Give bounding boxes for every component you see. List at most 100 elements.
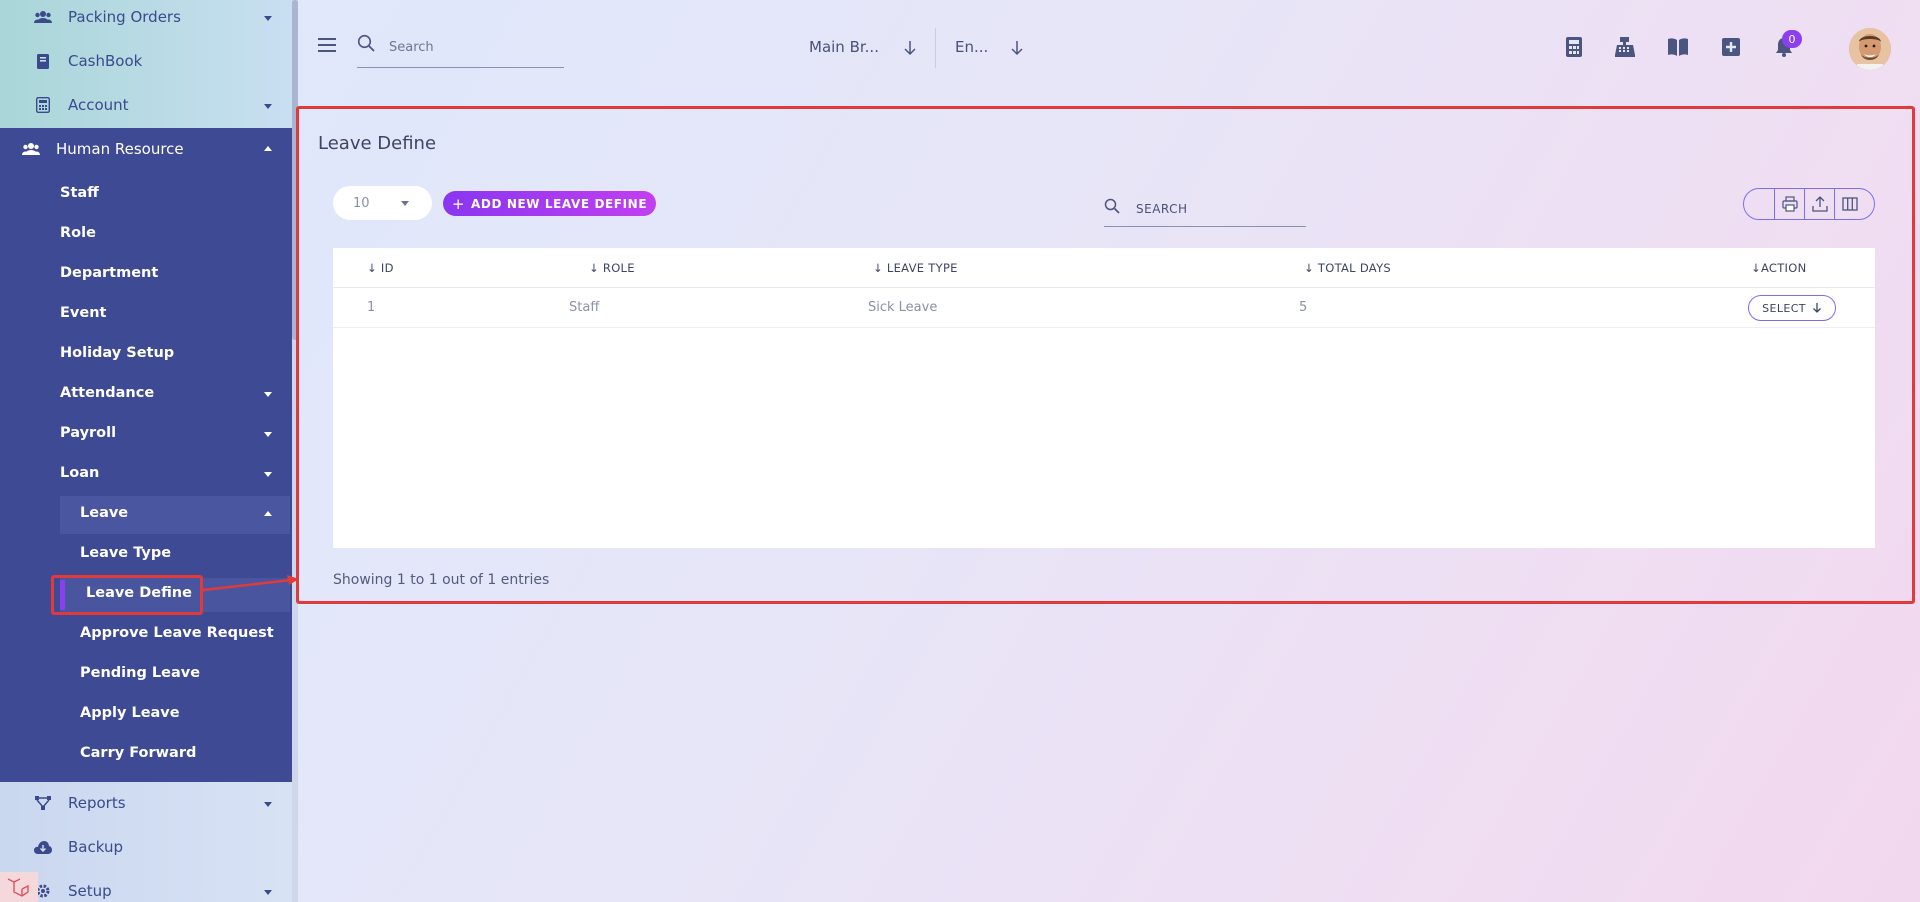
share-nodes-icon bbox=[34, 794, 52, 812]
table-search bbox=[1104, 193, 1306, 227]
column-header-leave-type[interactable]: ↓ LEAVE TYPE bbox=[873, 261, 958, 275]
leave-define-table: ↓ ID ↓ ROLE ↓ LEAVE TYPE ↓ TOTAL DAYS ↓A… bbox=[333, 248, 1875, 548]
per-page-value: 10 bbox=[353, 195, 370, 211]
sidebar-item-carry-forward[interactable]: Carry Forward bbox=[80, 745, 196, 761]
add-new-leave-define-button[interactable]: + ADD NEW LEAVE DEFINE bbox=[443, 191, 656, 216]
pagination-info: Showing 1 to 1 out of 1 entries bbox=[333, 572, 550, 588]
sidebar-item-approve-leave-request[interactable]: Approve Leave Request bbox=[80, 625, 274, 641]
cell-leave-type: Sick Leave bbox=[868, 300, 938, 315]
sort-arrow-icon: ↓ bbox=[1751, 261, 1761, 275]
page-title: Leave Define bbox=[318, 133, 437, 154]
sidebar-item-setup[interactable]: Setup bbox=[34, 882, 284, 900]
sidebar-section-label: Human Resource bbox=[56, 140, 184, 158]
sidebar: Packing Orders CashBook Account Human Re… bbox=[0, 0, 293, 902]
column-header-label: ROLE bbox=[602, 261, 635, 275]
sidebar-item-pending-leave[interactable]: Pending Leave bbox=[80, 665, 200, 681]
column-header-label: LEAVE TYPE bbox=[886, 261, 958, 275]
sidebar-item-backup[interactable]: Backup bbox=[34, 838, 284, 856]
sidebar-item-label: Account bbox=[68, 96, 129, 114]
row-action-select-button[interactable]: SELECT bbox=[1748, 295, 1836, 321]
sidebar-item-leave-type[interactable]: Leave Type bbox=[80, 545, 171, 561]
sidebar-item-label: Attendance bbox=[60, 385, 155, 401]
language-select[interactable]: En... bbox=[955, 38, 988, 56]
notification-count: 0 bbox=[1788, 32, 1796, 46]
sidebar-item-apply-leave[interactable]: Apply Leave bbox=[80, 705, 180, 721]
export-button[interactable] bbox=[1804, 189, 1834, 219]
per-page-select[interactable]: 10 bbox=[333, 186, 432, 220]
cell-total-days: 5 bbox=[1299, 300, 1308, 315]
avatar[interactable] bbox=[1849, 28, 1891, 70]
sidebar-item-label: Packing Orders bbox=[68, 8, 181, 26]
header-search-input[interactable] bbox=[389, 36, 559, 58]
sidebar-item-holiday-setup[interactable]: Holiday Setup bbox=[60, 345, 174, 361]
table-row: 1 Staff Sick Leave 5 SELECT bbox=[333, 288, 1875, 328]
user-photo-icon bbox=[1849, 28, 1891, 70]
sidebar-item-role[interactable]: Role bbox=[60, 225, 96, 241]
sidebar-item-event[interactable]: Event bbox=[60, 305, 106, 321]
column-header-label: ID bbox=[380, 261, 394, 275]
logo bbox=[0, 872, 38, 902]
arrow-down-icon bbox=[1812, 303, 1821, 313]
sidebar-item-account[interactable]: Account bbox=[34, 96, 284, 114]
book-open-icon[interactable] bbox=[1667, 36, 1689, 58]
sidebar-item-leave[interactable]: Leave bbox=[80, 505, 284, 521]
chevron-down-icon bbox=[264, 472, 272, 477]
sidebar-item-label: Department bbox=[60, 265, 159, 281]
sidebar-item-staff[interactable]: Staff bbox=[60, 185, 99, 201]
plus-square-icon[interactable] bbox=[1720, 36, 1742, 58]
plus-icon: + bbox=[451, 194, 466, 213]
sidebar-item-reports[interactable]: Reports bbox=[34, 794, 284, 812]
sidebar-item-label: Holiday Setup bbox=[60, 345, 175, 361]
column-header-action[interactable]: ↓ACTION bbox=[1751, 261, 1807, 275]
sidebar-item-payroll[interactable]: Payroll bbox=[60, 425, 284, 441]
sidebar-item-label: Backup bbox=[68, 838, 123, 856]
users-icon bbox=[34, 8, 52, 26]
arrow-down-icon[interactable] bbox=[1010, 40, 1024, 56]
arrow-down-icon[interactable] bbox=[903, 40, 917, 56]
cell-id: 1 bbox=[367, 300, 376, 315]
table-header-row: ↓ ID ↓ ROLE ↓ LEAVE TYPE ↓ TOTAL DAYS ↓A… bbox=[333, 248, 1875, 288]
sidebar-item-label: Setup bbox=[68, 882, 112, 900]
notification-badge: 0 bbox=[1782, 30, 1802, 48]
column-header-id[interactable]: ↓ ID bbox=[367, 261, 394, 275]
branch-select[interactable]: Main Br... bbox=[809, 38, 879, 56]
chevron-down-icon bbox=[264, 432, 272, 437]
sidebar-item-attendance[interactable]: Attendance bbox=[60, 385, 284, 401]
users-icon bbox=[22, 140, 40, 158]
menu-toggle-icon[interactable] bbox=[318, 38, 336, 52]
column-header-total-days[interactable]: ↓ TOTAL DAYS bbox=[1304, 261, 1391, 275]
table-search-input[interactable] bbox=[1136, 198, 1296, 220]
sidebar-item-leave-define[interactable]: Leave Define bbox=[86, 585, 192, 601]
print-button[interactable] bbox=[1774, 189, 1804, 219]
calculator-icon bbox=[34, 96, 52, 114]
sidebar-item-department[interactable]: Department bbox=[60, 265, 158, 281]
add-button-label: ADD NEW LEAVE DEFINE bbox=[471, 196, 648, 211]
laravel-logo-icon bbox=[7, 878, 29, 897]
sidebar-item-packing-orders[interactable]: Packing Orders bbox=[34, 8, 284, 26]
chevron-down-icon bbox=[264, 890, 272, 895]
search-icon bbox=[1104, 198, 1120, 214]
columns-button[interactable] bbox=[1834, 189, 1864, 219]
search-icon bbox=[357, 34, 375, 52]
printer-icon bbox=[1781, 196, 1798, 212]
sidebar-item-cashbook[interactable]: CashBook bbox=[34, 52, 284, 70]
sort-arrow-icon: ↓ bbox=[589, 261, 599, 275]
column-header-label: TOTAL DAYS bbox=[1317, 261, 1391, 275]
sort-arrow-icon: ↓ bbox=[367, 261, 377, 275]
column-header-label: ACTION bbox=[1760, 261, 1807, 275]
sidebar-item-label: Pending Leave bbox=[80, 665, 201, 681]
select-button-label: SELECT bbox=[1762, 301, 1806, 315]
cloud-download-icon bbox=[34, 838, 52, 856]
table-toolbar bbox=[1743, 188, 1875, 220]
column-header-role[interactable]: ↓ ROLE bbox=[589, 261, 635, 275]
cash-register-icon[interactable] bbox=[1614, 36, 1636, 58]
book-icon bbox=[34, 52, 52, 70]
branch-select-value: Main Br... bbox=[809, 38, 879, 56]
sidebar-section-human-resource[interactable]: Human Resource bbox=[22, 140, 284, 158]
sidebar-hr-section bbox=[0, 128, 293, 782]
sidebar-item-label: Payroll bbox=[60, 425, 117, 441]
chevron-down-icon bbox=[264, 802, 272, 807]
calculator-icon[interactable] bbox=[1563, 36, 1585, 58]
header-search bbox=[357, 30, 564, 68]
sidebar-item-loan[interactable]: Loan bbox=[60, 465, 284, 481]
